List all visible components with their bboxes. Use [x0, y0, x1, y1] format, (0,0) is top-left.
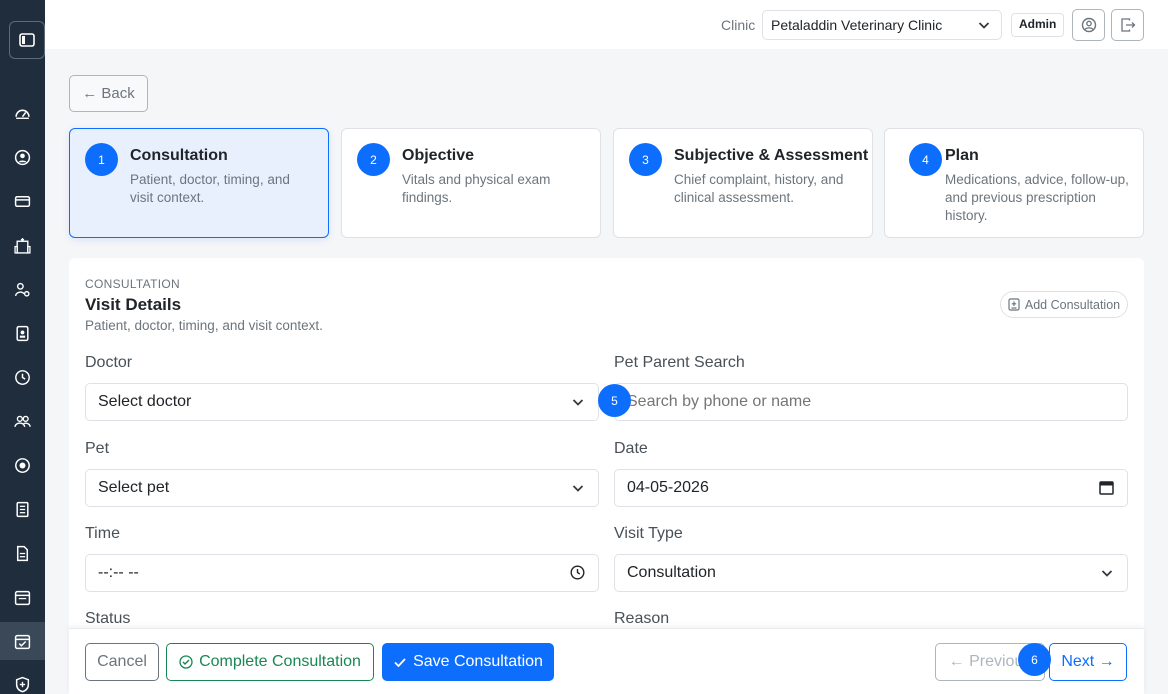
pet-select-value: Select pet: [98, 479, 170, 496]
pet-select[interactable]: Select pet: [85, 469, 599, 507]
sidebar-item-records[interactable]: [0, 315, 45, 351]
pet-label: Pet: [85, 440, 110, 457]
pet-parent-search-label: Pet Parent Search: [614, 354, 745, 371]
sidebar-item-profile[interactable]: [0, 139, 45, 175]
profile-button[interactable]: [1072, 9, 1105, 41]
marker-badge: 5: [598, 384, 631, 417]
shield-plus-icon: [15, 676, 30, 693]
section-subtitle: Patient, doctor, timing, and visit conte…: [85, 318, 323, 333]
back-button[interactable]: ← Back: [69, 75, 148, 112]
clock-history-icon: [15, 369, 30, 385]
chevron-down-icon: [978, 22, 990, 29]
step-title: Subjective & Assessment: [674, 147, 869, 164]
status-label: Status: [85, 610, 131, 627]
action-footer: Cancel Complete Consultation Save Consul…: [69, 628, 1144, 694]
chevron-down-icon: [572, 485, 584, 492]
step-description: Vitals and physical exam findings.: [402, 172, 551, 205]
clinic-select[interactable]: Petaladdin Veterinary Clinic: [762, 10, 1002, 40]
sidebar-item-consultations[interactable]: [0, 622, 45, 660]
save-consultation-button[interactable]: Save Consultation: [382, 643, 554, 681]
step-consultation[interactable]: 1 Consultation Patient, doctor, timing, …: [69, 128, 329, 238]
time-label: Time: [85, 525, 120, 542]
chevron-down-icon: [1101, 570, 1113, 577]
admin-badge: Admin: [1011, 13, 1065, 37]
doctor-select[interactable]: Select doctor: [85, 383, 599, 421]
sidebar-toggle-icon: [19, 33, 35, 47]
save-consultation-label: Save Consultation: [413, 653, 543, 670]
user-circle-icon: [14, 149, 31, 165]
people-icon: [14, 415, 31, 427]
date-label: Date: [614, 440, 648, 457]
step-description: Medications, advice, follow-up, and prev…: [945, 172, 1129, 223]
calendar-icon[interactable]: [1099, 480, 1114, 495]
visit-type-select[interactable]: Consultation: [614, 554, 1128, 592]
section-title: Visit Details: [85, 295, 182, 314]
visit-type-label: Visit Type: [614, 525, 683, 542]
journal-list-icon: [16, 501, 29, 517]
sidebar-item-hospital[interactable]: [0, 227, 45, 263]
complete-consultation-button[interactable]: Complete Consultation: [166, 643, 374, 681]
hospital-icon: [14, 237, 31, 254]
step-number: 1: [85, 143, 118, 176]
sidebar-item-security[interactable]: [0, 666, 45, 694]
sidebar-item-target[interactable]: [0, 447, 45, 483]
sidebar: [0, 0, 45, 694]
step-number: 2: [357, 143, 390, 176]
date-input[interactable]: 04-05-2026: [614, 469, 1128, 507]
step-number: 3: [629, 143, 662, 176]
step-subjective-assessment[interactable]: 3 Subjective & Assessment Chief complain…: [613, 128, 873, 238]
pet-parent-search-input[interactable]: [614, 383, 1128, 421]
section-eyebrow: CONSULTATION: [85, 277, 180, 291]
step-title: Consultation: [130, 147, 228, 164]
add-consultation-button[interactable]: Add Consultation: [1000, 291, 1128, 318]
doctor-label: Doctor: [85, 354, 133, 371]
calendar-check-icon: [14, 634, 31, 649]
sidebar-item-calendar[interactable]: [0, 579, 45, 615]
chevron-down-icon: [572, 399, 584, 406]
sidebar-item-billing[interactable]: [0, 183, 45, 219]
reason-label: Reason: [614, 610, 670, 627]
sidebar-item-people[interactable]: [0, 403, 45, 439]
credit-card-icon: [14, 195, 31, 207]
record-circle-icon: [15, 457, 30, 473]
user-gear-icon: [14, 282, 30, 297]
user-circle-icon: [1081, 17, 1096, 33]
logout-icon: [1120, 18, 1135, 32]
step-number: 4: [909, 143, 942, 176]
next-button[interactable]: Next →: [1049, 643, 1127, 681]
clinic-label: Clinic: [721, 17, 756, 33]
logout-button[interactable]: [1111, 9, 1144, 41]
check-icon: [394, 658, 406, 668]
date-value: 04-05-2026: [627, 479, 709, 496]
clinic-select-value: Petaladdin Veterinary Clinic: [771, 17, 943, 33]
step-plan[interactable]: 4 Plan Medications, advice, follow-up, a…: [884, 128, 1144, 238]
sidebar-item-list[interactable]: [0, 491, 45, 527]
check-circle-icon: [179, 655, 193, 669]
add-consultation-label: Add Consultation: [1024, 297, 1121, 312]
sidebar-item-history[interactable]: [0, 359, 45, 395]
sidebar-item-documents[interactable]: [0, 535, 45, 571]
id-card-icon: [16, 325, 29, 341]
step-description: Patient, doctor, timing, and visit conte…: [130, 172, 290, 205]
file-text-icon: [16, 545, 29, 561]
file-plus-icon: [1008, 298, 1020, 311]
time-input[interactable]: --:-- --: [85, 554, 599, 592]
step-description: Chief complaint, history, and clinical a…: [674, 172, 844, 205]
dashboard-gauge-icon: [15, 109, 30, 119]
clock-icon[interactable]: [570, 565, 585, 580]
marker-badge: 6: [1018, 643, 1051, 676]
sidebar-item-dashboard[interactable]: [0, 95, 45, 131]
step-title: Plan: [945, 147, 979, 164]
calendar-icon: [14, 590, 31, 605]
cancel-button[interactable]: Cancel: [85, 643, 159, 681]
complete-consultation-label: Complete Consultation: [199, 653, 361, 670]
top-bar: Clinic Petaladdin Veterinary Clinic Admi…: [45, 0, 1168, 49]
time-value: --:-- --: [98, 564, 139, 581]
sidebar-item-user-settings[interactable]: [0, 271, 45, 307]
step-objective[interactable]: 2 Objective Vitals and physical exam fin…: [341, 128, 601, 238]
visit-type-value: Consultation: [627, 564, 716, 581]
step-title: Objective: [402, 147, 475, 164]
sidebar-toggle-button[interactable]: [9, 21, 45, 59]
doctor-select-value: Select doctor: [98, 393, 192, 410]
